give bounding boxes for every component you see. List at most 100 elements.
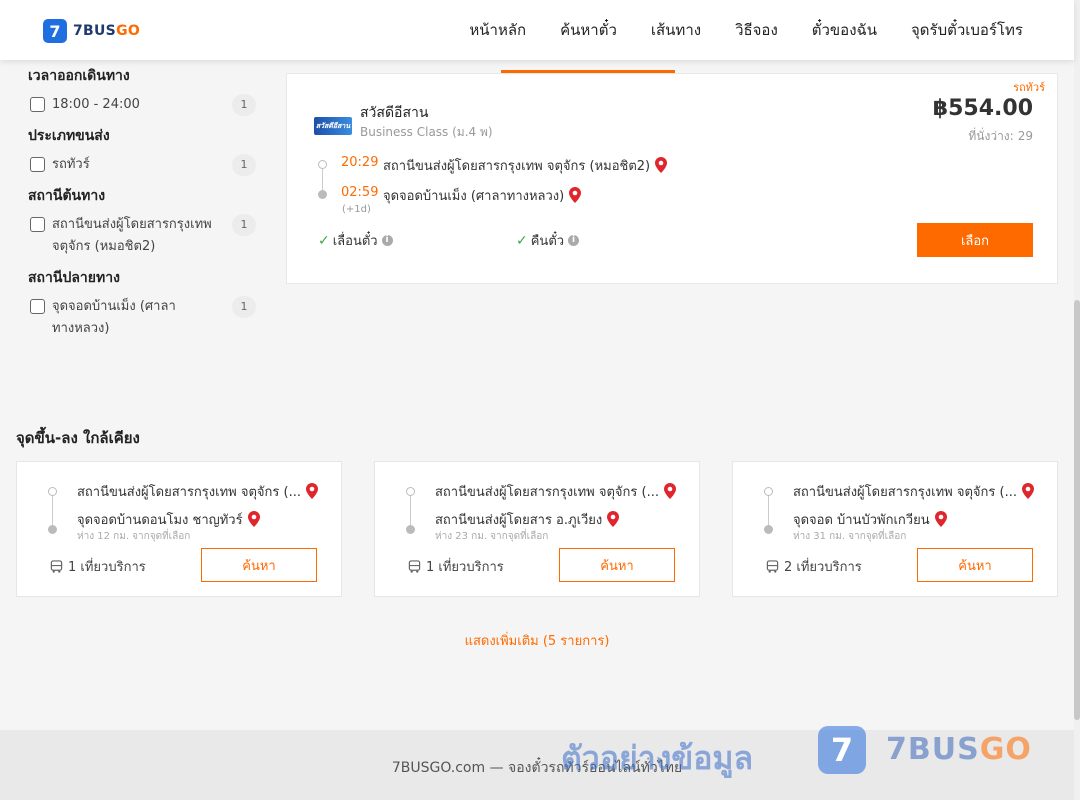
info-icon[interactable]: i	[568, 235, 580, 246]
page-scrollbar[interactable]	[1074, 0, 1080, 800]
map-pin-icon[interactable]	[663, 483, 676, 499]
destination-dot	[406, 525, 415, 534]
operator-name: สวัสดีอีสาน	[360, 105, 429, 121]
nearby-destination: จุดจอดบ้านดอนโมง ชาญทัวร์	[77, 509, 260, 530]
nearby-search-button[interactable]: ค้นหา	[917, 548, 1033, 582]
ticket-price: ฿554.00	[932, 96, 1033, 121]
nearby-destination-name: สถานีขนส่งผู้โดยสาร อ.ภูเวียง	[435, 513, 603, 528]
origin-dot	[48, 487, 57, 496]
feature-change-ticket: ✓ เลื่อนตั๋ว i	[318, 230, 393, 251]
logo-mark: 7	[43, 19, 67, 43]
filter-checkbox[interactable]	[30, 299, 45, 314]
map-pin-icon[interactable]	[934, 511, 947, 527]
nearby-origin-name: สถานีขนส่งผู้โดยสารกรุงเทพ จตุจักร (...	[77, 485, 301, 500]
filter-title: เวลาออกเดินทาง	[28, 68, 130, 84]
map-pin-icon[interactable]	[569, 187, 582, 203]
filter-title: ประเภทขนส่ง	[28, 128, 110, 144]
nav-how-to-book[interactable]: วิธีจอง	[735, 18, 778, 42]
filter-count-badge: 1	[232, 296, 256, 318]
seats-label: ที่นั่งว่าง:	[968, 129, 1014, 143]
filter-departure-time: เวลาออกเดินทาง 18:00 - 24:00 1	[28, 66, 258, 116]
logo-text: 7BUSGO	[73, 23, 140, 39]
depart-station-name: สถานีขนส่งผู้โดยสารกรุงเทพ จตุจักร (หมอช…	[383, 159, 651, 174]
nearby-card: สถานีขนส่งผู้โดยสารกรุงเทพ จตุจักร (... …	[374, 461, 700, 597]
top-header: 7 7BUSGO หน้าหลัก ค้นหาตั๋ว เส้นทาง วิธี…	[0, 0, 1074, 60]
operator-logo: สวัสดีอีสาน	[314, 117, 352, 135]
map-pin-icon[interactable]	[247, 511, 260, 527]
page-footer: 7BUSGO.com — จองตั๋วรถทัวร์ออนไลน์ทั่วไท…	[0, 726, 1074, 800]
nearby-origin-name: สถานีขนส่งผู้โดยสารกรุงเทพ จตุจักร (...	[793, 485, 1017, 500]
nav-home[interactable]: หน้าหลัก	[469, 18, 526, 42]
route-line	[768, 494, 769, 526]
depart-station: สถานีขนส่งผู้โดยสารกรุงเทพ จตุจักร (หมอช…	[383, 155, 668, 176]
filter-option[interactable]: จุดจอดบ้านเม็ง (ศาลาทางหลวง) 1	[28, 296, 258, 340]
filter-count-badge: 1	[232, 94, 256, 116]
nearby-origin-name: สถานีขนส่งผู้โดยสารกรุงเทพ จตุจักร (...	[435, 485, 659, 500]
seats-available: ที่นั่งว่าง: 29	[968, 127, 1033, 146]
feature-label: เลื่อนตั๋ว	[332, 234, 378, 249]
filter-count-badge: 1	[232, 154, 256, 176]
filter-transport-type: ประเภทขนส่ง รถทัวร์ 1	[28, 126, 258, 176]
day-offset: (+1d)	[342, 204, 371, 215]
arrive-station-name: จุดจอดบ้านเม็ง (ศาลาทางหลวง)	[383, 189, 565, 204]
filter-checkbox[interactable]	[30, 97, 45, 112]
origin-dot	[764, 487, 773, 496]
map-pin-icon[interactable]	[655, 157, 668, 173]
nav-ticket-points[interactable]: จุดรับตั๋วเบอร์โทร	[911, 18, 1023, 42]
arrive-time: 02:59	[341, 185, 379, 200]
destination-dot	[764, 525, 773, 534]
filter-option[interactable]: สถานีขนส่งผู้โดยสารกรุงเทพ จตุจักร (หมอช…	[28, 214, 258, 258]
map-pin-icon[interactable]	[607, 511, 620, 527]
nearby-trips: 1 เที่ยวบริการ	[408, 556, 504, 577]
destination-dot	[318, 190, 327, 199]
nearby-card: สถานีขนส่งผู้โดยสารกรุงเทพ จตุจักร (... …	[16, 461, 342, 597]
filter-title: สถานีปลายทาง	[28, 270, 120, 286]
filter-checkbox[interactable]	[30, 217, 45, 232]
scrollbar-thumb[interactable]	[1074, 300, 1080, 720]
feature-refund-ticket: ✓ คืนตั๋ว i	[516, 230, 580, 251]
nearby-origin: สถานีขนส่งผู้โดยสารกรุงเทพ จตุจักร (...	[77, 481, 327, 502]
sample-data-watermark: ตัวอย่างข้อมูล	[561, 739, 754, 777]
bus-class: Business Class (ม.4 พ)	[360, 125, 493, 139]
nearby-search-button[interactable]: ค้นหา	[559, 548, 675, 582]
nav-routes[interactable]: เส้นทาง	[651, 18, 701, 42]
site-logo[interactable]: 7 7BUSGO	[43, 18, 140, 44]
nearby-card: สถานีขนส่งผู้โดยสารกรุงเทพ จตุจักร (... …	[732, 461, 1058, 597]
filter-option[interactable]: รถทัวร์ 1	[28, 154, 258, 176]
depart-time: 20:29	[341, 155, 379, 170]
nearby-origin: สถานีขนส่งผู้โดยสารกรุงเทพ จตุจักร (...	[793, 481, 1043, 502]
trips-count: 2 เที่ยวบริการ	[784, 560, 862, 575]
select-trip-button[interactable]: เลือก	[917, 223, 1033, 257]
trip-result-card: รถทัวร์ สวัสดีอีสาน สวัสดีอีสาน Business…	[286, 73, 1058, 284]
filter-count-badge: 1	[232, 214, 256, 236]
show-more-link[interactable]: แสดงเพิ่มเติม (5 รายการ)	[0, 630, 1074, 651]
arrive-station: จุดจอดบ้านเม็ง (ศาลาทางหลวง)	[383, 185, 582, 206]
filter-sidebar: เวลาออกเดินทาง 18:00 - 24:00 1 ประเภทขนส…	[28, 66, 258, 350]
route-line	[410, 494, 411, 526]
filter-destination-station: สถานีปลายทาง จุดจอดบ้านเม็ง (ศาลาทางหลวง…	[28, 268, 258, 340]
filter-option[interactable]: 18:00 - 24:00 1	[28, 94, 258, 116]
seats-count: 29	[1017, 129, 1033, 143]
nearby-trips: 2 เที่ยวบริการ	[766, 556, 862, 577]
filter-checkbox[interactable]	[30, 157, 45, 172]
filter-option-label: 18:00 - 24:00	[52, 97, 140, 112]
map-pin-icon[interactable]	[1021, 483, 1034, 499]
logo-accent: GO	[116, 23, 141, 39]
watermark-accent: GO	[979, 732, 1032, 767]
feature-label: คืนตั๋ว	[530, 234, 565, 249]
nearby-distance: ห่าง 23 กม. จากจุดที่เลือก	[435, 531, 549, 542]
nav-my-tickets[interactable]: ตั๋วของฉัน	[812, 18, 877, 42]
nearby-origin: สถานีขนส่งผู้โดยสารกรุงเทพ จตุจักร (...	[435, 481, 685, 502]
bus-type-tag: รถทัวร์	[1013, 81, 1045, 94]
map-pin-icon[interactable]	[305, 483, 318, 499]
nearby-distance: ห่าง 31 กม. จากจุดที่เลือก	[793, 531, 907, 542]
info-icon[interactable]: i	[381, 235, 393, 246]
nearby-search-button[interactable]: ค้นหา	[201, 548, 317, 582]
nearby-destination-name: จุดจอด บ้านบัวพักเกวียน	[793, 513, 930, 528]
watermark-brand: 7BUSGO	[886, 732, 1032, 767]
filter-origin-station: สถานีต้นทาง สถานีขนส่งผู้โดยสารกรุงเทพ จ…	[28, 186, 258, 258]
nearby-destination: สถานีขนส่งผู้โดยสาร อ.ภูเวียง	[435, 509, 620, 530]
bus-icon	[766, 560, 779, 573]
nav-search-tickets[interactable]: ค้นหาตั๋ว	[560, 18, 617, 42]
watermark-name: 7BUS	[886, 732, 980, 767]
